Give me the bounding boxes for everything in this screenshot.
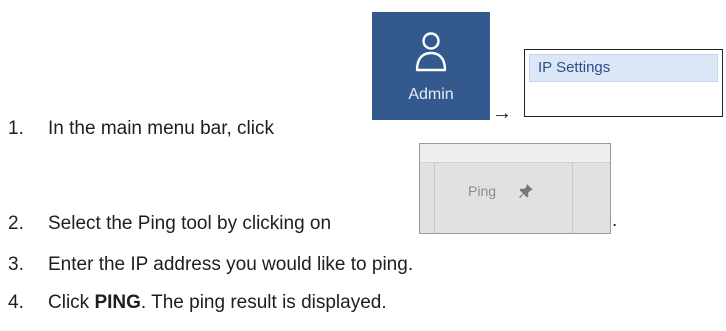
step-2-text: Select the Ping tool by clicking on <box>48 213 332 234</box>
step-3-text: Enter the IP address you would like to p… <box>48 254 414 275</box>
admin-menu-button[interactable]: Admin <box>372 12 490 120</box>
ip-settings-label: IP Settings <box>538 59 611 76</box>
step-4-text: Click PING. The ping result is displayed… <box>48 292 387 314</box>
step-1-number: 1. <box>8 118 24 139</box>
ping-label: Ping <box>468 183 497 199</box>
step-4-bold-ping: PING <box>94 292 141 313</box>
user-icon <box>415 32 447 72</box>
step-1-text: In the main menu bar, click <box>48 118 274 139</box>
step-4-number: 4. <box>8 292 24 313</box>
right-arrow-icon: → <box>492 102 512 124</box>
toolbar-divider <box>434 162 435 233</box>
admin-label: Admin <box>408 86 454 103</box>
step-2-period: . <box>612 210 618 231</box>
toolbar-divider <box>572 162 573 233</box>
pin-icon <box>519 184 533 198</box>
step-4-text-after: . The ping result is displayed. <box>140 292 387 313</box>
toolbar-strip <box>420 144 610 163</box>
ip-settings-menu: IP Settings <box>524 49 723 117</box>
step-3-number: 3. <box>8 254 24 275</box>
ip-settings-menu-item[interactable]: IP Settings <box>529 54 718 82</box>
step-2-number: 2. <box>8 213 24 234</box>
step-4-text-before: Click <box>48 292 95 313</box>
ping-tool-button[interactable]: Ping <box>419 143 611 234</box>
